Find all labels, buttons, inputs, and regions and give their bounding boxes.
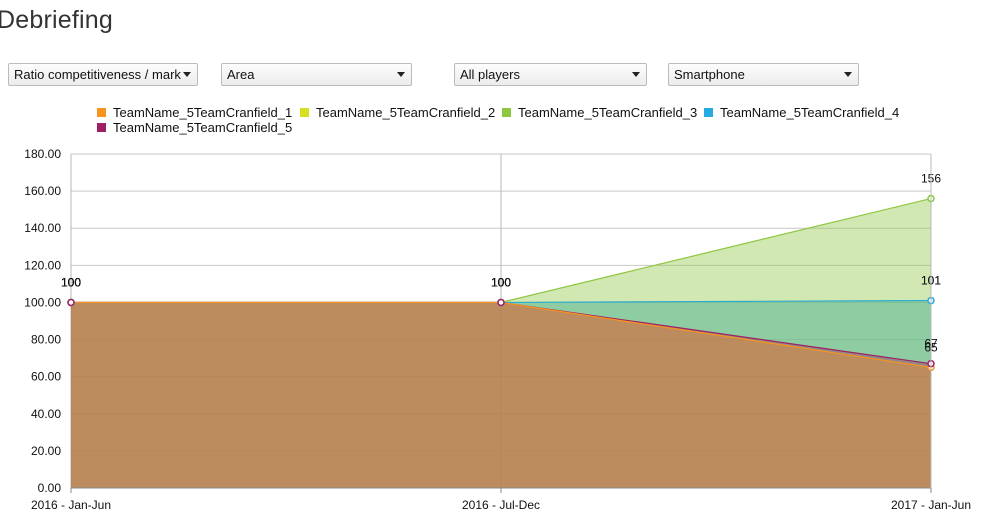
y-tick-label: 0.00 <box>38 481 62 495</box>
y-tick-label: 80.00 <box>31 333 61 347</box>
data-point[interactable] <box>497 298 505 307</box>
legend-swatch <box>300 108 309 117</box>
legend-label: TeamName_5TeamCranfield_1 <box>113 105 292 120</box>
y-tick-label: 120.00 <box>24 258 61 272</box>
legend-swatch <box>704 108 713 117</box>
legend-swatch <box>97 123 106 132</box>
legend-swatch <box>97 108 106 117</box>
y-tick-label: 180.00 <box>24 147 61 161</box>
data-label: 100 <box>61 275 81 289</box>
legend-item[interactable]: TeamName_5TeamCranfield_2 <box>300 105 495 120</box>
legend-label: TeamName_5TeamCranfield_5 <box>113 120 292 135</box>
y-tick-label: 100.00 <box>24 295 61 309</box>
legend-item[interactable]: TeamName_5TeamCranfield_4 <box>704 105 899 120</box>
data-point[interactable] <box>67 298 75 307</box>
area-chart: TeamName_5TeamCranfield_1 TeamName_5TeamC… <box>24 105 971 512</box>
x-tick-label: 2016 - Jan-Jun <box>31 498 111 512</box>
legend-item[interactable]: TeamName_5TeamCranfield_5 <box>97 120 292 135</box>
legend-item[interactable]: TeamName_5TeamCranfield_3 <box>502 105 697 120</box>
y-tick-label: 60.00 <box>31 370 61 384</box>
y-tick-label: 140.00 <box>24 221 61 235</box>
legend-item[interactable]: TeamName_5TeamCranfield_1 <box>97 105 292 120</box>
x-tick-label: 2017 - Jan-Jun <box>891 498 971 512</box>
data-label: 100 <box>491 275 511 289</box>
legend-swatch <box>502 108 511 117</box>
x-tick-label: 2016 - Jul-Dec <box>462 498 540 512</box>
legend-label: TeamName_5TeamCranfield_4 <box>720 105 899 120</box>
y-tick-label: 160.00 <box>24 184 61 198</box>
legend-label: TeamName_5TeamCranfield_3 <box>518 105 697 120</box>
legend-label: TeamName_5TeamCranfield_2 <box>316 105 495 120</box>
y-tick-label: 40.00 <box>31 407 61 421</box>
y-tick-label: 20.00 <box>31 444 61 458</box>
